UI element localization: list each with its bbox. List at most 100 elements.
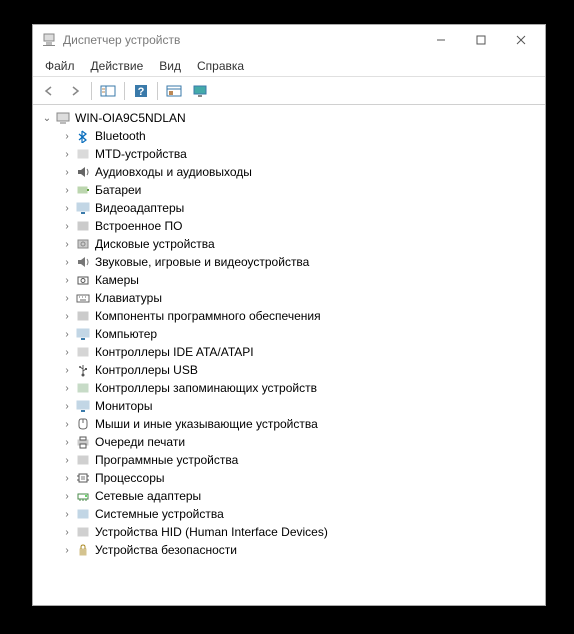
back-button[interactable] (37, 80, 61, 102)
chevron-right-icon[interactable]: › (59, 185, 75, 196)
usb-icon (75, 362, 91, 378)
scan-hardware-button[interactable] (162, 80, 186, 102)
display-adapter-icon (75, 200, 91, 216)
tree-item-label: Компьютер (95, 327, 157, 341)
tree-item-label: Батареи (95, 183, 141, 197)
tree-item[interactable]: ›Контроллеры запоминающих устройств (59, 379, 543, 397)
tree-item-label: Клавиатуры (95, 291, 162, 305)
chevron-right-icon[interactable]: › (59, 455, 75, 466)
network-icon (75, 488, 91, 504)
system-icon (75, 506, 91, 522)
cpu-icon (75, 470, 91, 486)
sound-icon (75, 254, 91, 270)
tree-item[interactable]: › Контроллеры USB (59, 361, 543, 379)
chevron-right-icon[interactable]: › (59, 311, 75, 322)
monitor-button[interactable] (188, 80, 212, 102)
toolbar: ? (33, 77, 545, 105)
tree-item[interactable]: ›MTD-устройства (59, 145, 543, 163)
tree-item[interactable]: › Клавиатуры (59, 289, 543, 307)
tree-item[interactable]: › Батареи (59, 181, 543, 199)
battery-icon (75, 182, 91, 198)
titlebar[interactable]: Диспетчер устройств (33, 25, 545, 55)
tree-item[interactable]: › Компоненты программного обеспечения (59, 307, 543, 325)
tree-item[interactable]: ›Видеоадаптеры (59, 199, 543, 217)
tree-item-label: Аудиовходы и аудиовыходы (95, 165, 252, 179)
menu-file[interactable]: Файл (37, 57, 83, 75)
chevron-right-icon[interactable]: › (59, 401, 75, 412)
tree-item[interactable]: ›Звуковые, игровые и видеоустройства (59, 253, 543, 271)
chevron-right-icon[interactable]: › (59, 329, 75, 340)
window-controls (421, 26, 541, 54)
device-tree: ⌄ WIN-OIA9C5NDLAN ›Bluetooth›MTD-устройс… (35, 109, 543, 559)
chevron-right-icon[interactable]: › (59, 473, 75, 484)
chevron-right-icon[interactable]: › (59, 293, 75, 304)
chevron-right-icon[interactable]: › (59, 365, 75, 376)
tree-item-label: Устройства HID (Human Interface Devices) (95, 525, 328, 539)
tree-item-label: Компоненты программного обеспечения (95, 309, 321, 323)
tree-item-label: Дисковые устройства (95, 237, 215, 251)
tree-item-label: Системные устройства (95, 507, 224, 521)
chevron-right-icon[interactable]: › (59, 239, 75, 250)
chevron-right-icon[interactable]: › (59, 491, 75, 502)
menubar: Файл Действие Вид Справка (33, 55, 545, 77)
tree-item-label: Процессоры (95, 471, 165, 485)
help-button[interactable]: ? (129, 80, 153, 102)
tree-item[interactable]: › Дисковые устройства (59, 235, 543, 253)
menu-action[interactable]: Действие (83, 57, 152, 75)
chevron-right-icon[interactable]: › (59, 167, 75, 178)
chevron-down-icon[interactable]: ⌄ (39, 113, 55, 124)
chevron-right-icon[interactable]: › (59, 347, 75, 358)
tree-item-label: Очереди печати (95, 435, 185, 449)
tree-item[interactable]: ›Контроллеры IDE ATA/ATAPI (59, 343, 543, 361)
minimize-button[interactable] (421, 26, 461, 54)
tree-item[interactable]: › Сетевые адаптеры (59, 487, 543, 505)
printer-icon (75, 434, 91, 450)
disk-icon (75, 236, 91, 252)
chevron-right-icon[interactable]: › (59, 509, 75, 520)
chevron-right-icon[interactable]: › (59, 383, 75, 394)
chevron-right-icon[interactable]: › (59, 149, 75, 160)
tree-item[interactable]: › Аудиовходы и аудиовыходы (59, 163, 543, 181)
svg-text:?: ? (138, 86, 145, 98)
tree-item[interactable]: ›Программные устройства (59, 451, 543, 469)
tree-item[interactable]: ›Bluetooth (59, 127, 543, 145)
chevron-right-icon[interactable]: › (59, 257, 75, 268)
tree-item[interactable]: ›Устройства безопасности (59, 541, 543, 559)
tree-item[interactable]: ›Камеры (59, 271, 543, 289)
toolbar-separator (124, 82, 125, 100)
tree-item[interactable]: › Процессоры (59, 469, 543, 487)
chevron-right-icon[interactable]: › (59, 221, 75, 232)
device-manager-window: Диспетчер устройств Файл Действие Вид Сп… (32, 24, 546, 606)
tree-item-label: Мониторы (95, 399, 152, 413)
close-button[interactable] (501, 26, 541, 54)
tree-item[interactable]: › Очереди печати (59, 433, 543, 451)
tree-item-label: Контроллеры USB (95, 363, 198, 377)
firmware-icon (75, 218, 91, 234)
chevron-right-icon[interactable]: › (59, 275, 75, 286)
forward-button[interactable] (63, 80, 87, 102)
device-tree-area[interactable]: ⌄ WIN-OIA9C5NDLAN ›Bluetooth›MTD-устройс… (33, 105, 545, 605)
tree-item-label: Мыши и иные указывающие устройства (95, 417, 318, 431)
tree-item[interactable]: ›Встроенное ПО (59, 217, 543, 235)
chevron-right-icon[interactable]: › (59, 437, 75, 448)
tree-item[interactable]: › Системные устройства (59, 505, 543, 523)
tree-item[interactable]: › Мониторы (59, 397, 543, 415)
mouse-icon (75, 416, 91, 432)
show-hide-tree-button[interactable] (96, 80, 120, 102)
tree-item-label: Сетевые адаптеры (95, 489, 201, 503)
maximize-button[interactable] (461, 26, 501, 54)
menu-view[interactable]: Вид (151, 57, 189, 75)
chevron-right-icon[interactable]: › (59, 131, 75, 142)
tree-item[interactable]: › Компьютер (59, 325, 543, 343)
computer-icon (55, 110, 71, 126)
chevron-right-icon[interactable]: › (59, 203, 75, 214)
toolbar-separator (157, 82, 158, 100)
menu-help[interactable]: Справка (189, 57, 252, 75)
chevron-right-icon[interactable]: › (59, 545, 75, 556)
tree-item[interactable]: › Устройства HID (Human Interface Devices… (59, 523, 543, 541)
tree-item[interactable]: › Мыши и иные указывающие устройства (59, 415, 543, 433)
tree-root-node[interactable]: ⌄ WIN-OIA9C5NDLAN (39, 109, 543, 127)
chevron-right-icon[interactable]: › (59, 419, 75, 430)
ide-icon (75, 344, 91, 360)
chevron-right-icon[interactable]: › (59, 527, 75, 538)
